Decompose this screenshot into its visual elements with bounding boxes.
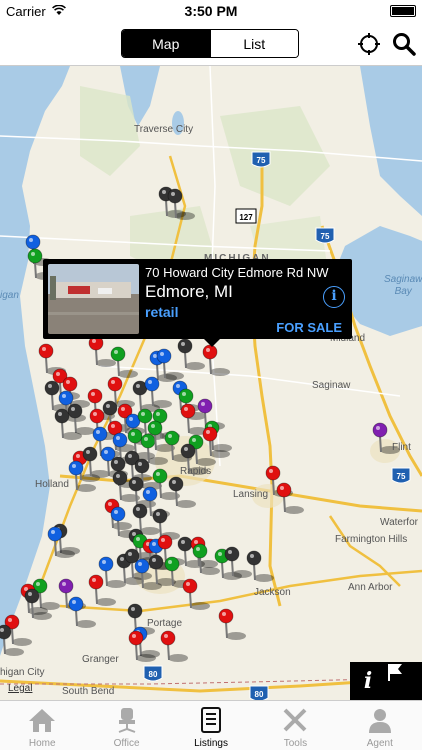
search-icon[interactable] bbox=[392, 32, 416, 56]
locate-icon[interactable] bbox=[357, 32, 381, 56]
nav-bar: Map List bbox=[0, 22, 422, 66]
i75-shield-label-3: 75 bbox=[397, 472, 406, 481]
map-label-granger: Granger bbox=[82, 654, 119, 665]
view-segmented-control: Map List bbox=[121, 29, 299, 58]
tab-office[interactable]: Office bbox=[84, 701, 168, 750]
i75-shield-icon: 75 bbox=[251, 151, 271, 168]
map-label-rapids: Rapids bbox=[180, 466, 212, 477]
listing-pin[interactable] bbox=[202, 344, 230, 376]
tab-agent-label: Agent bbox=[366, 738, 393, 749]
callout-pointer bbox=[204, 339, 220, 347]
listing-pin[interactable] bbox=[88, 574, 116, 606]
i75-shield-icon-3: 75 bbox=[391, 467, 411, 484]
map-legal-link[interactable]: Legal bbox=[8, 683, 32, 694]
map-label-south-bend: South Bend bbox=[62, 686, 115, 697]
tools-icon bbox=[284, 708, 307, 732]
tab-home-label: Home bbox=[28, 738, 56, 749]
map-label-saginaw-bay: Saginaw Bay bbox=[384, 274, 422, 297]
tab-listings-label: Listings bbox=[194, 738, 228, 749]
listing-pin[interactable] bbox=[160, 630, 188, 662]
i80-shield-icon-2: 80 bbox=[249, 685, 269, 700]
listing-info-button[interactable]: i bbox=[323, 286, 345, 308]
tab-tools-label: Tools bbox=[283, 738, 308, 749]
map-info-button[interactable]: i bbox=[350, 662, 386, 700]
tab-tools[interactable]: Tools bbox=[253, 701, 337, 750]
listing-pin[interactable] bbox=[218, 608, 246, 640]
us127-shield-label: 127 bbox=[239, 213, 253, 222]
map-label-saginaw: Saginaw bbox=[312, 380, 351, 391]
listing-type: retail bbox=[145, 304, 179, 320]
map-controls: i bbox=[350, 662, 422, 700]
agent-icon bbox=[368, 709, 391, 733]
listing-status: FOR SALE bbox=[276, 320, 342, 335]
tab-office-label: Office bbox=[113, 738, 140, 749]
map-label-lake-michigan: igan bbox=[0, 290, 19, 301]
listing-pin[interactable] bbox=[128, 630, 156, 662]
map-label-jackson: Jackson bbox=[254, 587, 291, 598]
listing-callout[interactable]: 70 Howard City Edmore Rd NW Edmore, MI r… bbox=[43, 259, 352, 347]
segment-map[interactable]: Map bbox=[122, 30, 210, 57]
battery-icon bbox=[390, 5, 416, 17]
listing-address: 70 Howard City Edmore Rd NW bbox=[145, 265, 329, 280]
map-label-holland: Holland bbox=[35, 479, 69, 490]
listing-pin[interactable] bbox=[177, 338, 205, 370]
i80-shield-label: 80 bbox=[149, 670, 158, 679]
segment-list[interactable]: List bbox=[209, 30, 298, 57]
us127-shield-icon: 127 bbox=[235, 208, 257, 224]
home-icon bbox=[29, 709, 56, 732]
map-label-michigan-city: higan City bbox=[0, 667, 45, 678]
i75-shield-label-1: 75 bbox=[257, 156, 266, 165]
map-label-waterford: Waterfor bbox=[380, 517, 418, 528]
listings-icon bbox=[201, 707, 222, 733]
map-base: 75 75 75 127 80 80 bbox=[0, 66, 422, 700]
tab-bar: Home Office Listings Tools Agent bbox=[0, 700, 422, 750]
map-label-traverse-city: Traverse City bbox=[134, 124, 194, 135]
listing-thumbnail[interactable] bbox=[48, 264, 139, 334]
listing-city: Edmore, MI bbox=[145, 282, 233, 301]
i75-shield-icon-2: 75 bbox=[315, 227, 335, 244]
listing-photo-icon bbox=[48, 264, 139, 334]
map-label-portage: Portage bbox=[147, 618, 183, 629]
flag-icon[interactable] bbox=[386, 662, 422, 700]
map-label-ann-arbor: Ann Arbor bbox=[348, 582, 393, 593]
tab-home[interactable]: Home bbox=[0, 701, 84, 750]
map-label-flint: Flint bbox=[392, 442, 411, 453]
listing-pin[interactable] bbox=[68, 596, 96, 628]
tab-agent[interactable]: Agent bbox=[338, 701, 422, 750]
map-label-lansing: Lansing bbox=[233, 489, 269, 500]
map-view[interactable]: 75 75 75 127 80 80 Traverse City MICHIGA… bbox=[0, 66, 422, 700]
tab-listings[interactable]: Listings bbox=[169, 701, 253, 750]
office-chair-icon bbox=[118, 708, 135, 733]
clock: 3:50 PM bbox=[184, 3, 238, 19]
i75-shield-label-2: 75 bbox=[321, 232, 330, 241]
status-bar: Carrier 3:50 PM bbox=[0, 0, 422, 22]
map-label-farmington-hills: Farmington Hills bbox=[335, 534, 408, 545]
i80-shield-icon: 80 bbox=[143, 665, 163, 682]
i80-shield-label-2: 80 bbox=[255, 690, 264, 699]
